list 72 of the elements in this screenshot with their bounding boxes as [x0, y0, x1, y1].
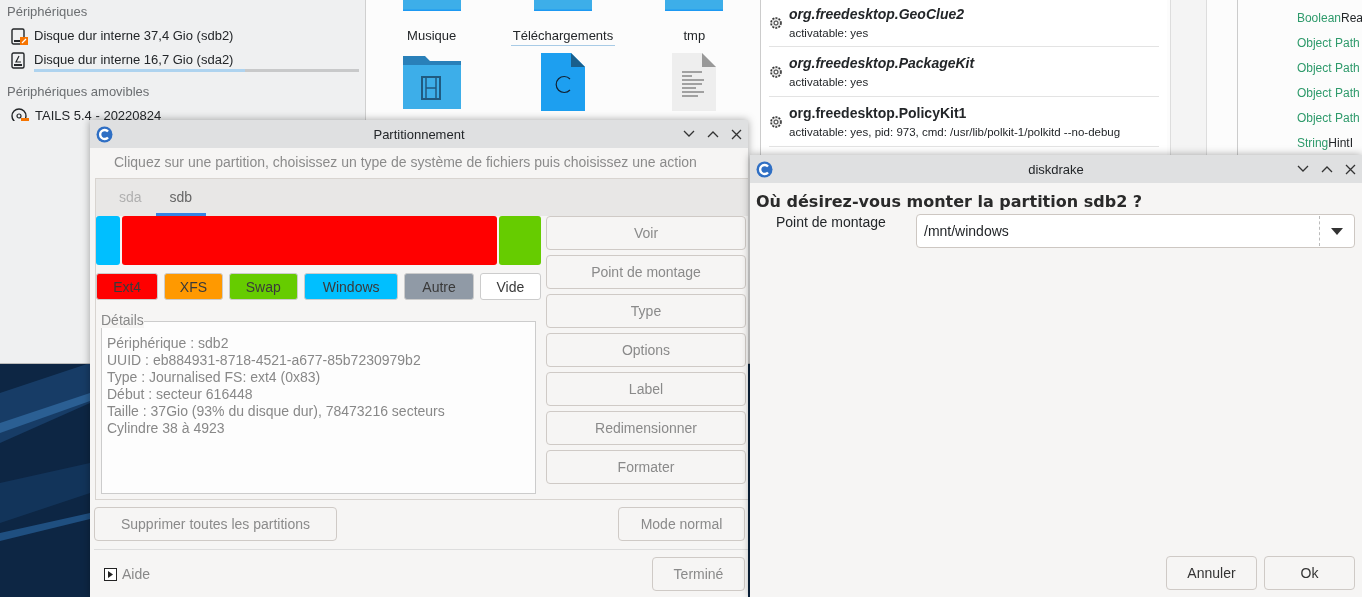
service-info: activatable: yes	[789, 26, 870, 41]
file-name[interactable]: tmp	[681, 27, 708, 46]
detail-line: Taille : 37Gio (93% du disque dur), 78473216 secteurs	[107, 403, 446, 420]
action-button[interactable]: Options	[546, 333, 746, 367]
dropdown-icon[interactable]	[1331, 227, 1343, 235]
window-title: diskdrake	[1028, 161, 1084, 177]
clear-partitions-button[interactable]: Supprimer toutes les partitions	[94, 507, 337, 541]
video-folder-icon[interactable]	[402, 53, 461, 109]
instruction-text: Cliquez sur une partition, choisissez un type de système de fichiers puis choisissez une action	[113, 153, 698, 172]
tree-item[interactable]: Object Path	[1296, 58, 1362, 83]
action-button[interactable]: Type	[546, 294, 746, 328]
app-logo-icon	[756, 160, 773, 178]
hard-drive-icon	[11, 52, 28, 70]
maximize-icon[interactable]	[1321, 165, 1333, 173]
done-button[interactable]: Terminé	[652, 557, 745, 591]
dialog-question: Où désirez-vous monter la partition sdb2 ?	[755, 191, 1144, 211]
section-heading: Périphériques amovibles	[6, 83, 151, 100]
detail-line: Cylindre 38 à 4923	[107, 420, 226, 437]
tree-item[interactable]: StringHintI	[1296, 133, 1362, 158]
action-button[interactable]: Redimensionner	[546, 411, 746, 445]
detail-line: Périphérique : sdb2	[107, 335, 230, 352]
action-button[interactable]: Point de montage	[546, 255, 746, 289]
tree-item[interactable]: Object Path	[1296, 33, 1362, 58]
device-item[interactable]: Disque dur interne 16,7 Gio (sda2)	[0, 51, 365, 75]
detail-line: Début : secteur 616448	[107, 386, 254, 403]
action-button[interactable]: Formater	[546, 450, 746, 484]
mount-point-combo[interactable]: /mnt/windows	[916, 214, 1355, 248]
file-name[interactable]: Musique	[405, 27, 459, 46]
service-name: org.freedesktop.PackageKit	[789, 53, 975, 73]
help-toggle[interactable]: Aide	[104, 566, 151, 582]
window-title: Partitionnement	[373, 126, 465, 142]
service-item[interactable]: org.freedesktop.PolicyKit1 activatable: yes, pid: 973, cmd: /usr/lib/polkit-1/polkitd --no-debug	[769, 97, 1159, 147]
service-name: org.freedesktop.GeoClue2	[789, 5, 965, 24]
legend-chip: Swap	[228, 273, 298, 300]
source-file-icon[interactable]	[541, 53, 585, 111]
gear-icon	[769, 16, 783, 30]
expand-icon	[104, 567, 117, 581]
device-item[interactable]: TAILS 5.4 - 20220824	[0, 107, 365, 121]
service-item[interactable]: org.freedesktop.PackageKit activatable: yes	[769, 47, 1159, 97]
dialog-button[interactable]: Annuler	[1166, 556, 1257, 590]
file-name[interactable]: Téléchargements	[510, 27, 616, 46]
detail-line: UUID : eb884931-8718-4521-a677-85b7230979b2	[107, 352, 422, 369]
device-item[interactable]: Disque dur interne 37,4 Gio (sdb2)	[0, 27, 365, 51]
dialog-button[interactable]: Ok	[1264, 556, 1355, 590]
gear-icon	[769, 114, 783, 129]
gear-icon	[769, 64, 783, 79]
legend-chip: XFS	[164, 273, 223, 300]
tree-item[interactable]: Object Path	[1296, 108, 1362, 133]
legend-chip: Autre	[404, 273, 474, 300]
legend-chip: Windows	[303, 273, 399, 300]
mode-button[interactable]: Mode normal	[618, 507, 745, 541]
hard-drive-icon	[11, 28, 28, 46]
service-info: activatable: yes	[789, 74, 870, 90]
tree-item[interactable]: Object Path	[1296, 83, 1362, 108]
minimize-icon[interactable]	[683, 130, 695, 138]
minimize-icon[interactable]	[1297, 165, 1309, 173]
legend-chip: Ext4	[96, 273, 159, 300]
details-title: Détails	[101, 312, 144, 328]
legend-chip: Vide	[479, 273, 541, 300]
action-button[interactable]: Voir	[546, 216, 746, 250]
section-heading: Périphériques	[6, 3, 89, 20]
service-item[interactable]: org.freedesktop.GeoClue2 activatable: yes	[769, 0, 1159, 47]
service-info: activatable: yes, pid: 973, cmd: /usr/lib/polkit-1/polkitd --no-debug	[789, 124, 1121, 140]
maximize-icon[interactable]	[707, 130, 719, 138]
text-file-icon[interactable]	[672, 53, 717, 111]
close-icon[interactable]	[1345, 163, 1356, 175]
close-icon[interactable]	[731, 128, 742, 140]
service-name: org.freedesktop.PolicyKit1	[789, 103, 968, 123]
field-label: Point de montage	[776, 214, 887, 230]
app-logo-icon	[96, 125, 113, 143]
detail-line: Type : Journalised FS: ext4 (0x83)	[107, 369, 322, 386]
action-button[interactable]: Label	[546, 372, 746, 406]
